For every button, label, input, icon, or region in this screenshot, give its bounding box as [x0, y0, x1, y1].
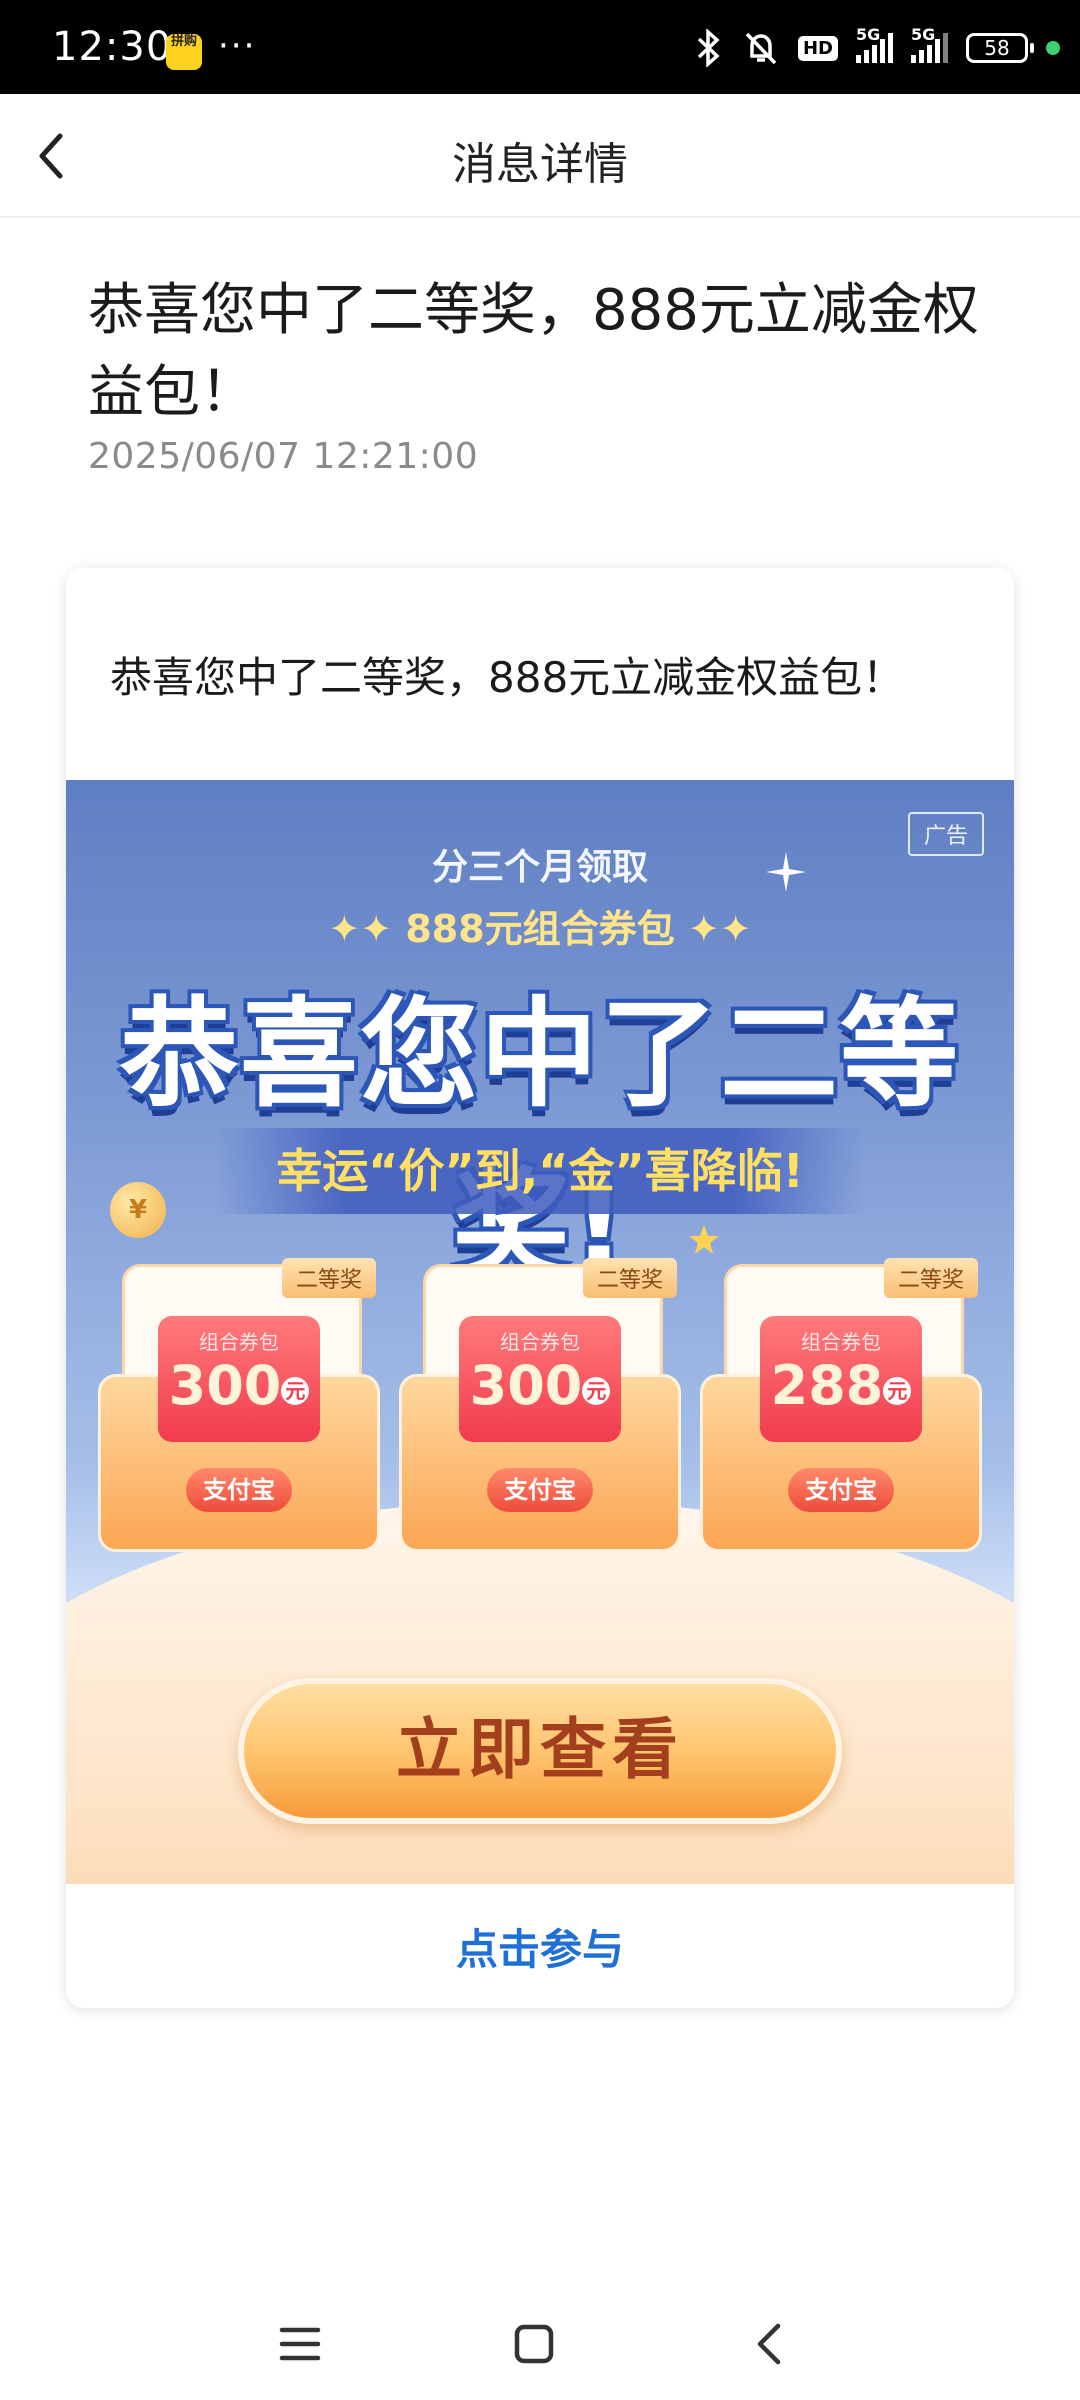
menu-button[interactable] [270, 2314, 330, 2374]
status-time: 12:30 [52, 24, 173, 70]
coupon-amount: 300 [469, 1354, 583, 1417]
home-button[interactable] [504, 2314, 564, 2374]
coupon-unit: 元 [281, 1376, 310, 1405]
coupon-card[interactable]: 二等奖 组合券包 300 元 支付宝 [399, 1258, 681, 1554]
coupon-amount: 288 [770, 1354, 884, 1417]
message-timestamp: 2025/06/07 12:21:00 [88, 436, 479, 477]
coupon-ribbon: 二等奖 [582, 1258, 677, 1298]
banner-lucky-text: 幸运“价”到,“金”喜降临! [216, 1128, 864, 1214]
view-now-button[interactable]: 立即查看 [238, 1678, 842, 1824]
promo-banner[interactable]: 广告 分三个月领取 ✦✦ 888元组合券包 ✦✦ 恭喜您中了二等奖! 幸运“价”… [66, 780, 1014, 1884]
menu-icon [279, 2327, 321, 2361]
signal-5g-icon: 5G [856, 25, 893, 63]
coupon-ribbon: 二等奖 [883, 1258, 978, 1298]
bluetooth-icon [697, 29, 720, 67]
coupon-amount: 300 [168, 1354, 282, 1417]
coupon-pay-label: 支付宝 [487, 1468, 593, 1512]
coin-icon: ¥ [110, 1182, 166, 1238]
page-title: 消息详情 [452, 139, 628, 190]
message-title: 恭喜您中了二等奖，888元立减金权益包！ [88, 278, 979, 425]
app-notification-icon: 拼购 [166, 34, 202, 70]
status-bar: 12:30 拼购 ··· HD 5G 5G 58 [0, 0, 1080, 94]
card-text: 恭喜您中了二等奖，888元立减金权益包！ [110, 653, 905, 702]
nav-back-button[interactable] [740, 2314, 800, 2374]
banner-subtitle-period: 分三个月领取 [431, 847, 648, 888]
signal-5g-icon-2: 5G [911, 25, 948, 63]
coupon-ticket: 组合券包 300 元 [158, 1316, 320, 1442]
coupon-unit: 元 [883, 1376, 912, 1405]
banner-subtitle-package: ✦✦ 888元组合券包 ✦✦ [328, 907, 752, 951]
coupon-unit: 元 [582, 1376, 611, 1405]
message-card[interactable]: 恭喜您中了二等奖，888元立减金权益包！ 广告 分三个月领取 ✦✦ 888元组合… [66, 568, 1014, 2008]
participate-link[interactable]: 点击参与 [66, 1916, 1014, 1977]
coupon-list: 二等奖 组合券包 300 元 支付宝 二等奖 组合券包 300 元 支付宝 二等… [98, 1258, 982, 1554]
coupon-ticket: 组合券包 300 元 [459, 1316, 621, 1442]
top-nav-bar: 消息详情 [0, 94, 1080, 218]
coupon-ribbon: 二等奖 [281, 1258, 376, 1298]
coupon-card[interactable]: 二等奖 组合券包 300 元 支付宝 [98, 1258, 380, 1554]
coupon-ticket: 组合券包 288 元 [760, 1316, 922, 1442]
coupon-pay-label: 支付宝 [186, 1468, 292, 1512]
battery-icon: 58 [966, 33, 1034, 63]
coupon-card[interactable]: 二等奖 组合券包 288 元 支付宝 [700, 1258, 982, 1554]
hd-voice-icon: HD [797, 35, 838, 61]
home-icon [514, 2324, 554, 2364]
status-icons: HD 5G 5G 58 [694, 25, 1060, 68]
system-nav-bar [0, 2300, 1080, 2400]
mute-bell-icon [745, 32, 777, 65]
privacy-indicator-dot [1046, 41, 1060, 55]
back-icon [757, 2323, 781, 2365]
more-notifications-icon: ··· [218, 26, 257, 66]
coupon-pay-label: 支付宝 [788, 1468, 894, 1512]
